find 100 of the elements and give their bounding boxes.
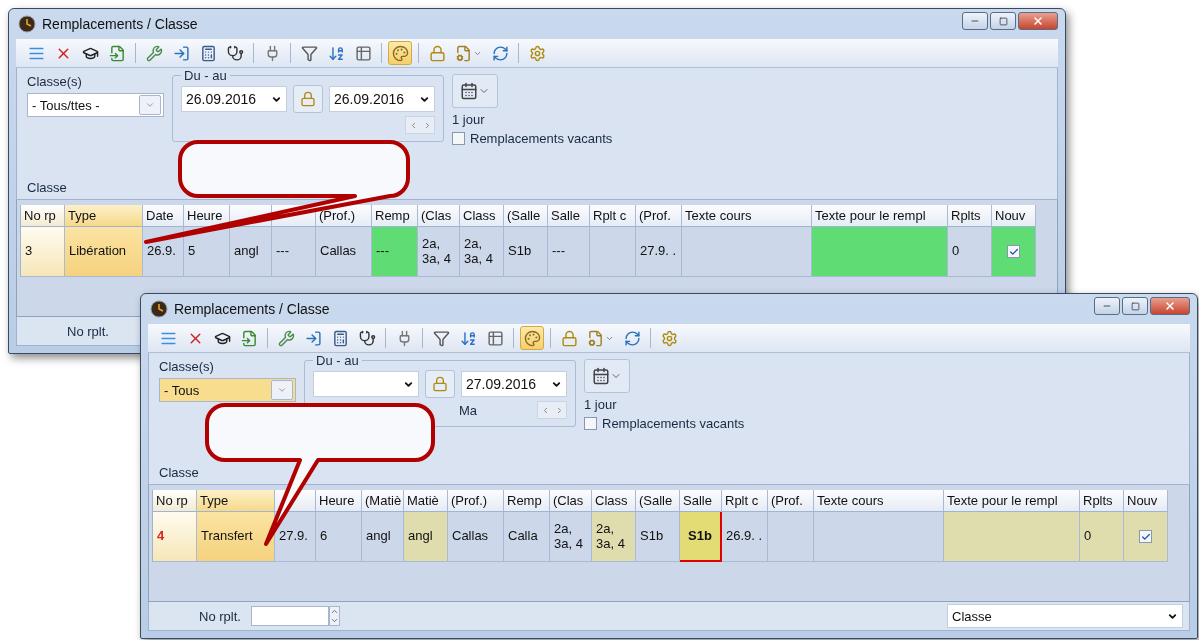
group-label: Du - au bbox=[315, 353, 360, 368]
group-label: Classe bbox=[159, 465, 200, 480]
table-cell: S1b bbox=[504, 227, 548, 277]
checkbox[interactable] bbox=[584, 417, 597, 430]
date-field[interactable]: 26.09.2016 bbox=[329, 86, 435, 112]
check-icon bbox=[1140, 531, 1151, 542]
column-header[interactable]: (Prof. bbox=[636, 205, 682, 227]
refresh-icon bbox=[623, 329, 641, 347]
sort-icon bbox=[459, 329, 477, 347]
wrench-icon bbox=[277, 329, 295, 347]
refresh-icon bbox=[491, 44, 509, 62]
group-label: Classe bbox=[27, 180, 68, 195]
table-cell: 2a, 3a, 4 bbox=[418, 227, 460, 277]
date-field[interactable] bbox=[313, 371, 419, 397]
table-cell: Calla bbox=[504, 512, 550, 562]
minimize-button[interactable] bbox=[962, 12, 988, 30]
calendar-icon bbox=[460, 82, 478, 100]
column-header[interactable]: No rp bbox=[21, 205, 65, 227]
maximize-button[interactable] bbox=[1122, 297, 1148, 315]
view-dropdown[interactable]: Classe bbox=[947, 604, 1183, 628]
column-header[interactable]: Rplt c bbox=[722, 490, 768, 512]
table-cell: 0 bbox=[1080, 512, 1124, 562]
calculator-icon bbox=[199, 44, 217, 62]
column-header[interactable]: (Salle bbox=[636, 490, 680, 512]
column-header[interactable]: Salle bbox=[548, 205, 590, 227]
file-import-icon bbox=[240, 329, 258, 347]
lock-button[interactable] bbox=[293, 85, 323, 113]
table-cell: 27.9. . bbox=[636, 227, 682, 277]
column-header[interactable]: Salle bbox=[680, 490, 722, 512]
table-cell: Libération bbox=[65, 227, 143, 277]
column-header[interactable]: Remp bbox=[504, 490, 550, 512]
column-header[interactable]: Rplt c bbox=[590, 205, 636, 227]
close-button[interactable] bbox=[1150, 297, 1190, 315]
lock-button[interactable] bbox=[425, 370, 455, 398]
caret-icon bbox=[277, 385, 287, 395]
column-header[interactable]: Type bbox=[197, 490, 275, 512]
calendar-button[interactable] bbox=[584, 359, 630, 393]
column-header[interactable]: Remp bbox=[372, 205, 418, 227]
column-header[interactable]: Class bbox=[592, 490, 636, 512]
sort-icon bbox=[327, 44, 345, 62]
group-label: Du - au bbox=[183, 68, 228, 83]
checkbox[interactable] bbox=[1139, 530, 1152, 543]
close-button[interactable] bbox=[1018, 12, 1058, 30]
palette-icon bbox=[523, 329, 541, 347]
column-header[interactable]: (Prof.) bbox=[448, 490, 504, 512]
column-header[interactable]: (Prof. bbox=[768, 490, 814, 512]
calendar-button[interactable] bbox=[452, 74, 498, 108]
field-label: Classe(s) bbox=[27, 74, 83, 89]
column-header[interactable]: Texte pour le rempl bbox=[944, 490, 1080, 512]
column-header[interactable]: Nouv bbox=[992, 205, 1036, 227]
date-field[interactable]: 26.09.2016 bbox=[181, 86, 287, 112]
maximize-icon bbox=[1130, 301, 1140, 311]
close-icon bbox=[1164, 300, 1176, 312]
palette-icon bbox=[391, 44, 409, 62]
clock-icon bbox=[18, 15, 36, 33]
enter-icon bbox=[304, 329, 322, 347]
column-header[interactable]: Class bbox=[460, 205, 504, 227]
table-cell: 4 bbox=[153, 512, 197, 562]
wrench-icon bbox=[145, 44, 163, 62]
down-icon bbox=[329, 616, 339, 625]
column-header[interactable]: No rp bbox=[153, 490, 197, 512]
table-cell: 3 bbox=[21, 227, 65, 277]
settings-icon bbox=[528, 44, 546, 62]
checkbox-label: Remplacements vacants bbox=[602, 416, 745, 431]
column-header[interactable]: Heure bbox=[184, 205, 230, 227]
column-header[interactable]: Rplts bbox=[948, 205, 992, 227]
checkbox[interactable] bbox=[1007, 245, 1020, 258]
maximize-button[interactable] bbox=[990, 12, 1016, 30]
class-dropdown[interactable]: - Tous/ttes - bbox=[27, 93, 164, 117]
column-header[interactable]: Texte pour le rempl bbox=[812, 205, 948, 227]
column-header[interactable]: Date bbox=[143, 205, 184, 227]
class-dropdown[interactable]: - Tous bbox=[159, 378, 296, 402]
column-header[interactable]: Matiè bbox=[404, 490, 448, 512]
date-field[interactable]: 27.09.2016 bbox=[461, 371, 567, 397]
column-header[interactable]: Type bbox=[65, 205, 143, 227]
stethoscope-icon bbox=[226, 44, 244, 62]
column-header[interactable]: Texte cours bbox=[682, 205, 812, 227]
calendar-icon bbox=[592, 367, 610, 385]
column-header[interactable]: Rplts bbox=[1080, 490, 1124, 512]
table-cell: Transfert bbox=[197, 512, 275, 562]
column-header[interactable]: (Clas bbox=[550, 490, 592, 512]
grid-icon bbox=[354, 44, 372, 62]
column-header[interactable]: Nouv bbox=[1124, 490, 1168, 512]
window-title: Remplacements / Classe bbox=[174, 301, 330, 317]
table-cell: --- bbox=[372, 227, 418, 277]
minimize-button[interactable] bbox=[1094, 297, 1120, 315]
calculator-icon bbox=[331, 329, 349, 347]
column-header[interactable]: Heure bbox=[316, 490, 362, 512]
column-header[interactable]: (Matiè bbox=[362, 490, 404, 512]
table-cell: 6 bbox=[316, 512, 362, 562]
column-header[interactable]: (Salle bbox=[504, 205, 548, 227]
filter-icon bbox=[432, 329, 450, 347]
column-header[interactable]: Texte cours bbox=[814, 490, 944, 512]
checkbox[interactable] bbox=[452, 132, 465, 145]
weekday-label: Ma bbox=[459, 402, 479, 418]
period-label: 1 jour bbox=[584, 397, 618, 412]
column-header[interactable]: (Clas bbox=[418, 205, 460, 227]
caret-icon bbox=[145, 100, 155, 110]
number-field[interactable] bbox=[250, 606, 329, 626]
spin-buttons[interactable] bbox=[328, 606, 340, 626]
